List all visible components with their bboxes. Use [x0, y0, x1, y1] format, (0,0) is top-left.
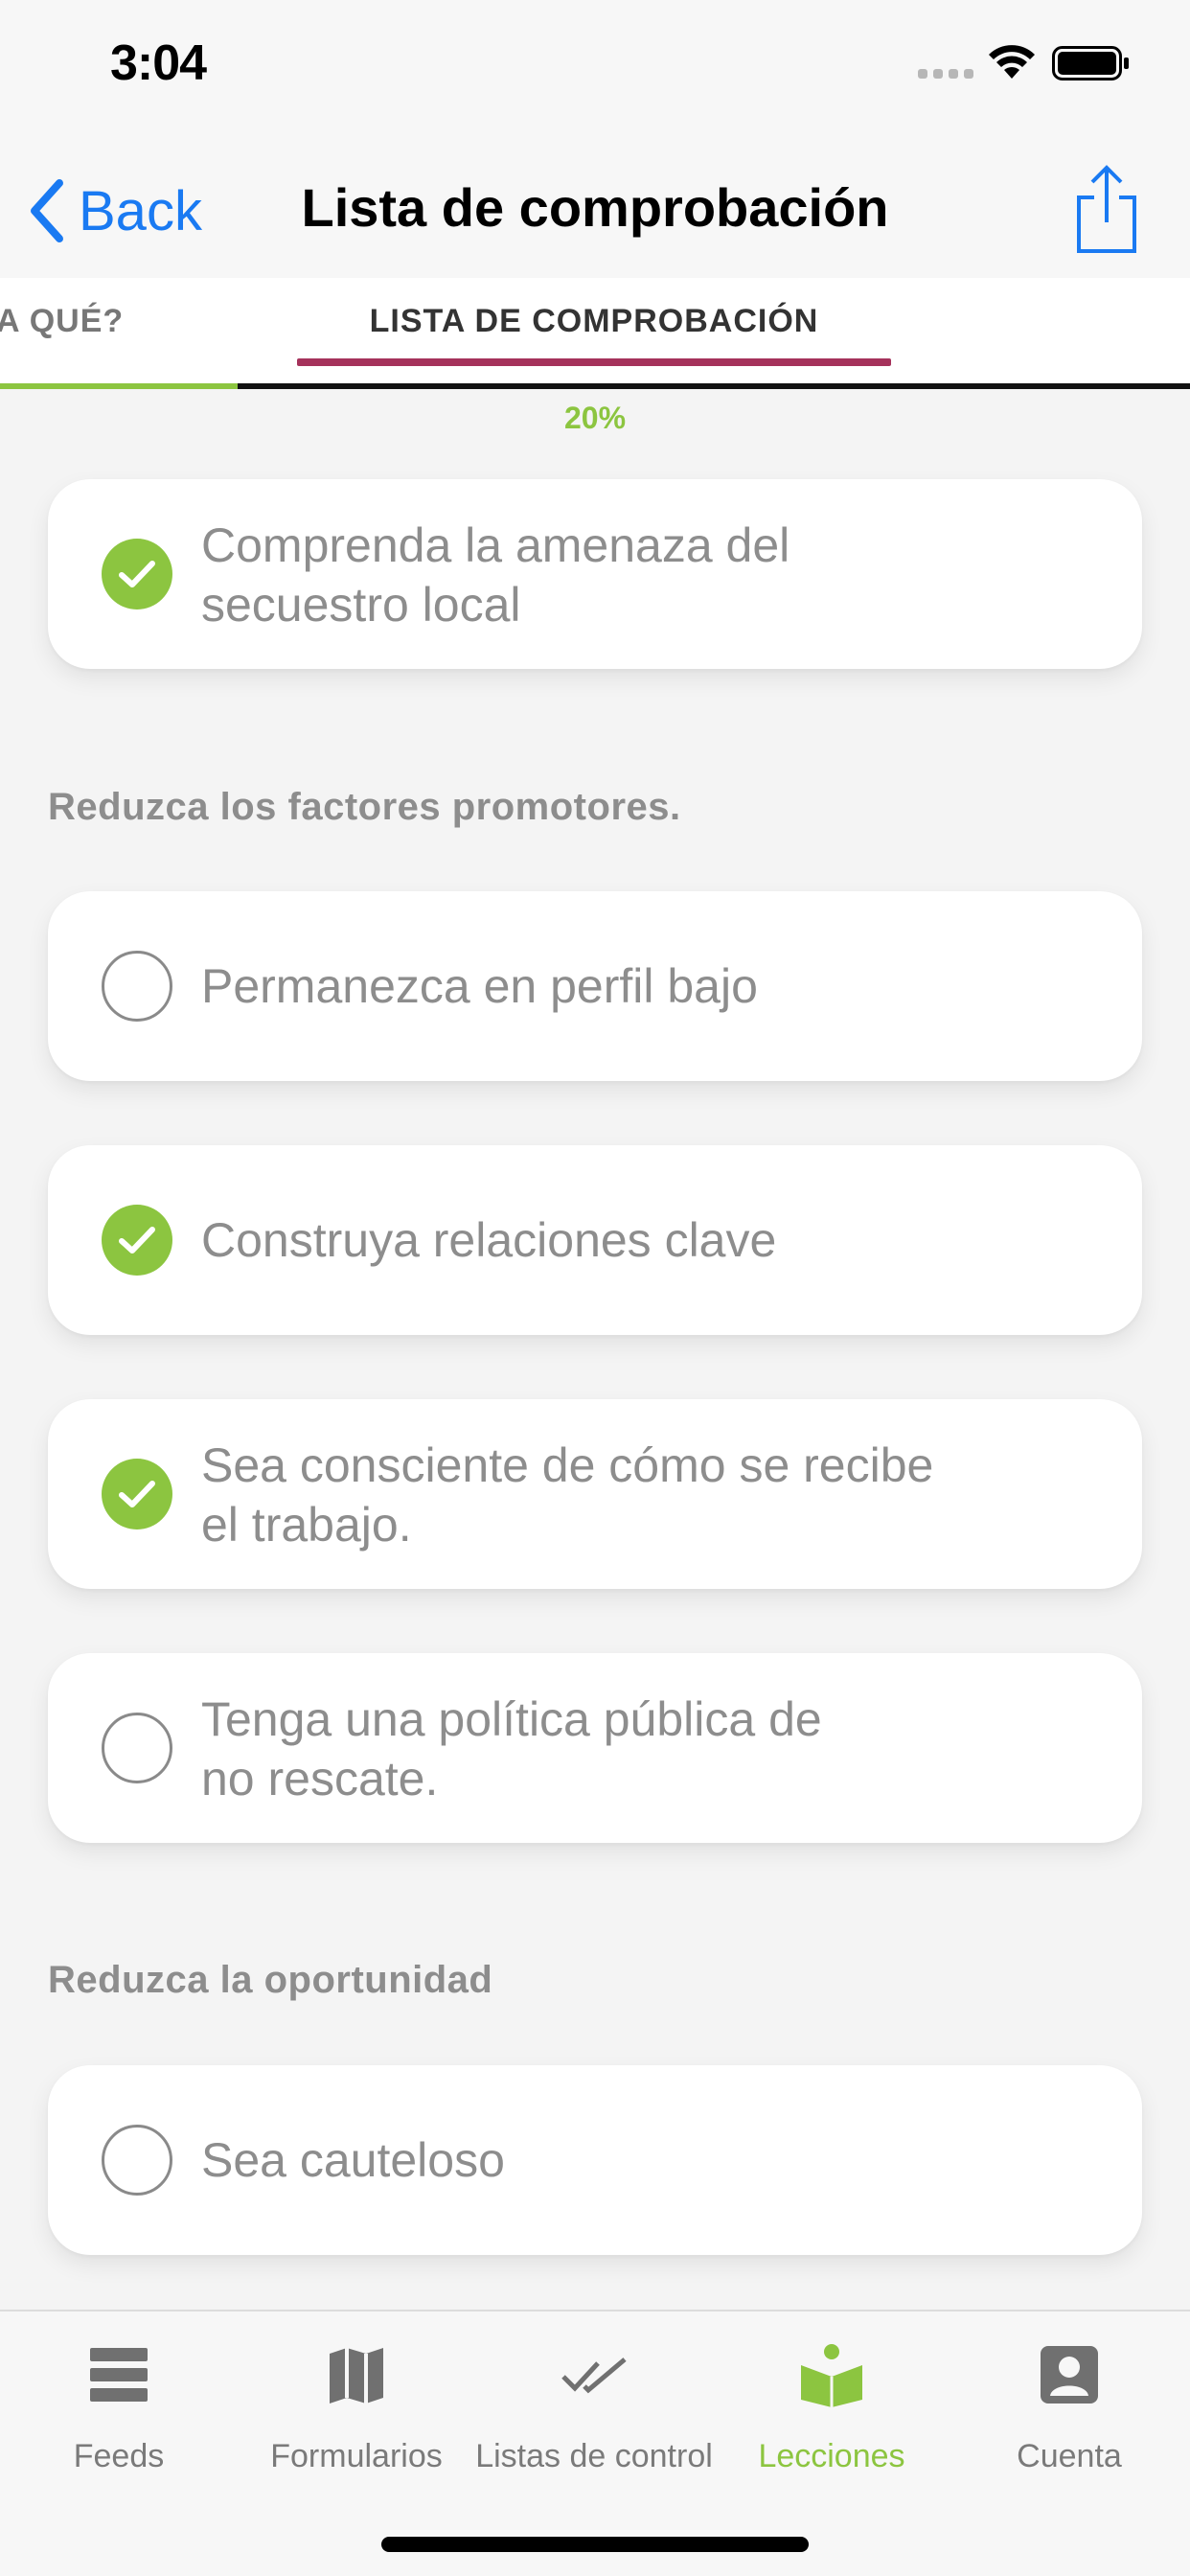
- share-icon[interactable]: [1073, 163, 1140, 255]
- checklist-item[interactable]: Tenga una política pública de no rescate…: [48, 1653, 1142, 1843]
- section-title: Reduzca la oportunidad: [48, 1959, 493, 2001]
- tab-label: Cuenta: [1017, 2438, 1122, 2474]
- feeds-icon: [90, 2348, 148, 2402]
- checklist-item-label: Construya relaciones clave: [201, 1213, 777, 1267]
- page-title: Lista de comprobación: [301, 177, 889, 238]
- home-indicator: [381, 2537, 809, 2552]
- checklist-item[interactable]: Construya relaciones clave: [48, 1145, 1142, 1335]
- tab-formularios[interactable]: Formularios: [238, 2340, 475, 2484]
- checklist-item-label: Sea cauteloso: [201, 2133, 505, 2187]
- empty-circle-icon[interactable]: [102, 951, 172, 1022]
- tab-feeds[interactable]: Feeds: [0, 2340, 238, 2484]
- tab-lecciones[interactable]: Lecciones: [713, 2340, 950, 2484]
- lessons-icon: [801, 2344, 862, 2407]
- cellular-signal-icon: [918, 69, 973, 79]
- checklist-item[interactable]: Sea consciente de cómo se recibe el trab…: [48, 1399, 1142, 1589]
- checkmark-icon[interactable]: [102, 1205, 172, 1276]
- section-title: Reduzca los factores promotores.: [48, 786, 681, 828]
- wifi-icon: [989, 45, 1035, 79]
- checklist-item-label: Permanezca en perfil bajo: [201, 959, 758, 1013]
- battery-icon: [1052, 46, 1129, 80]
- progress-label: 20%: [563, 401, 627, 435]
- map-icon: [330, 2348, 383, 2404]
- progress-bar: [0, 383, 1190, 389]
- checklist-item[interactable]: Permanezca en perfil bajo: [48, 891, 1142, 1081]
- status-time: 3:04: [110, 35, 207, 91]
- navigation-bar: Back Lista de comprobación: [0, 134, 1190, 278]
- checkmark-icon[interactable]: [102, 539, 172, 610]
- checklist-item-label: Tenga una política pública de no rescate…: [201, 1692, 822, 1806]
- tab-active-indicator: [297, 358, 891, 366]
- tab-cuenta[interactable]: Cuenta: [950, 2340, 1188, 2484]
- lesson-tabs: A QUÉ? LISTA DE COMPROBACIÓN: [0, 278, 1190, 389]
- checklist-item[interactable]: Comprenda la amenaza del secuestro local: [48, 479, 1142, 669]
- empty-circle-icon[interactable]: [102, 1713, 172, 1783]
- tab-checklist[interactable]: LISTA DE COMPROBACIÓN: [297, 303, 891, 340]
- checklist-item-label: Comprenda la amenaza del secuestro local: [201, 518, 790, 632]
- checklist-item[interactable]: Sea cauteloso: [48, 2065, 1142, 2255]
- tab-label: Formularios: [270, 2438, 443, 2474]
- progress-fill: [0, 383, 239, 389]
- tab-listas-de-control[interactable]: Listas de control: [475, 2340, 713, 2484]
- tab-label: Lecciones: [758, 2438, 905, 2474]
- tab-label: Feeds: [73, 2438, 165, 2474]
- checklist-item-label: Sea consciente de cómo se recibe el trab…: [201, 1438, 934, 1552]
- account-icon: [1041, 2346, 1098, 2404]
- double-check-icon: [561, 2358, 627, 2394]
- checkmark-icon[interactable]: [102, 1459, 172, 1530]
- tab-previous[interactable]: A QUÉ?: [0, 303, 124, 340]
- tab-label: Listas de control: [475, 2438, 713, 2474]
- empty-circle-icon[interactable]: [102, 2125, 172, 2196]
- status-bar: 3:04: [0, 0, 1190, 134]
